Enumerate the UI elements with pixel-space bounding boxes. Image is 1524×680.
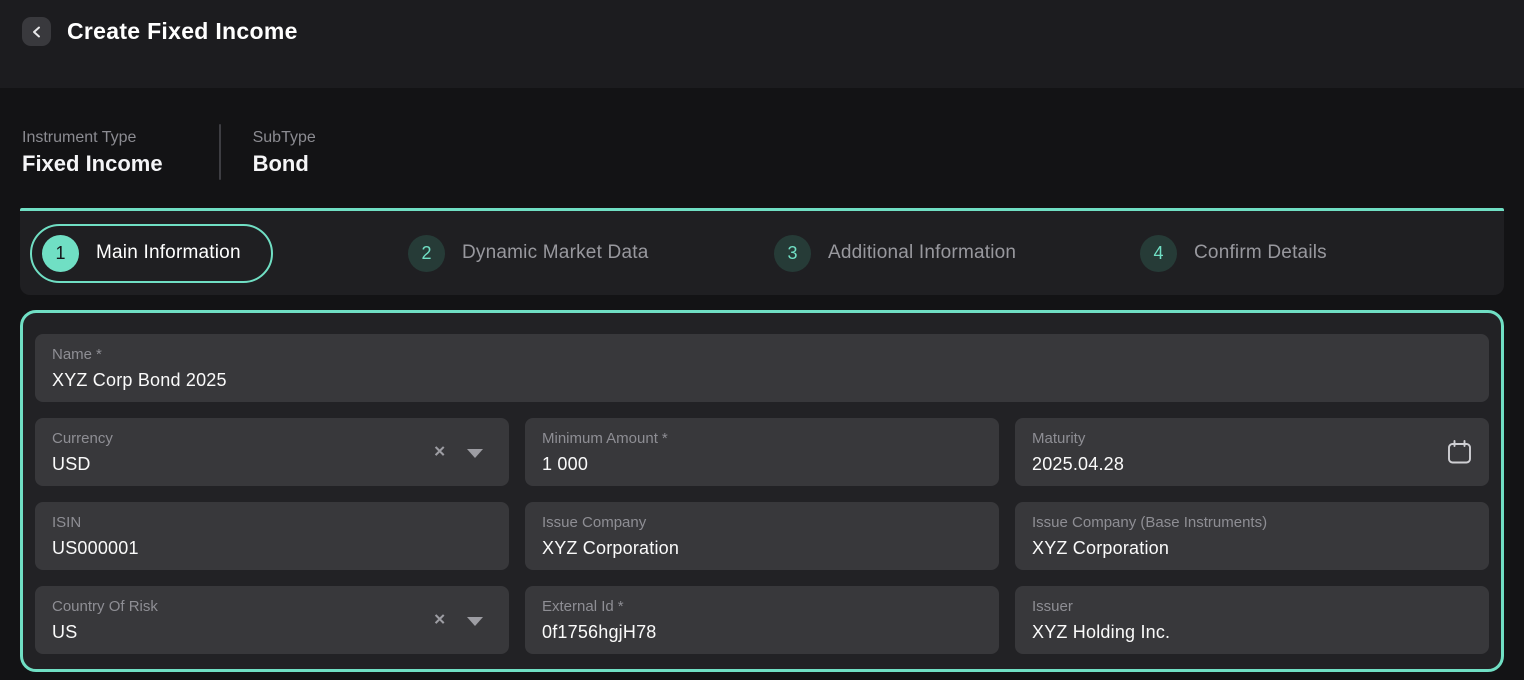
step-3-number-badge: 3 <box>774 235 811 272</box>
instrument-type: Instrument Type Fixed Income <box>22 128 163 177</box>
back-button[interactable] <box>22 17 51 46</box>
step-additional-information[interactable]: 3 Additional Information <box>762 235 1128 272</box>
currency-clear-icon[interactable]: ✕ <box>433 445 446 460</box>
subtype-value: Bond <box>253 151 316 177</box>
step-1-label: Main Information <box>96 242 241 264</box>
issuer-label: Issuer <box>1032 598 1073 616</box>
external-id-value: 0f1756hgjH78 <box>542 621 982 643</box>
step-dynamic-market-data[interactable]: 2 Dynamic Market Data <box>396 235 762 272</box>
form-row-2: Currency USD ✕ Minimum Amount * 1 000 Ma… <box>35 418 1489 486</box>
external-id-label: External Id <box>542 598 614 616</box>
instrument-type-value: Fixed Income <box>22 151 163 177</box>
required-marker: * <box>618 598 624 616</box>
step-2-label: Dynamic Market Data <box>462 242 648 264</box>
main-information-panel: Name * XYZ Corp Bond 2025 Currency USD ✕… <box>20 310 1504 672</box>
issue-company-base-instruments-value: XYZ Corporation <box>1032 537 1472 559</box>
country-of-risk-clear-icon[interactable]: ✕ <box>433 613 446 628</box>
issue-company-field[interactable]: Issue Company XYZ Corporation <box>525 502 999 570</box>
instrument-type-label: Instrument Type <box>22 128 163 148</box>
subtype-label: SubType <box>253 128 316 148</box>
page-title: Create Fixed Income <box>67 17 298 46</box>
subtype: SubType Bond <box>253 128 316 177</box>
issue-company-value: XYZ Corporation <box>542 537 982 559</box>
form-row-3: ISIN US000001 Issue Company XYZ Corporat… <box>35 502 1489 570</box>
step-confirm-details[interactable]: 4 Confirm Details <box>1128 235 1494 272</box>
issue-company-label: Issue Company <box>542 514 646 532</box>
issue-company-base-instruments-label: Issue Company (Base Instruments) <box>1032 514 1267 532</box>
currency-caret-down-icon[interactable] <box>467 449 483 458</box>
currency-label: Currency <box>52 430 113 448</box>
header: Create Fixed Income <box>0 0 1524 88</box>
issue-company-base-instruments-field[interactable]: Issue Company (Base Instruments) XYZ Cor… <box>1015 502 1489 570</box>
maturity-value: 2025.04.28 <box>1032 453 1472 475</box>
instrument-meta: Instrument Type Fixed Income SubType Bon… <box>22 124 1502 180</box>
required-marker: * <box>96 346 102 364</box>
name-field[interactable]: Name * XYZ Corp Bond 2025 <box>35 334 1489 402</box>
form-row-4: Country Of Risk US ✕ External Id * 0f175… <box>35 586 1489 654</box>
isin-field[interactable]: ISIN US000001 <box>35 502 509 570</box>
currency-value: USD <box>52 453 492 475</box>
step-1-number-badge: 1 <box>42 235 79 272</box>
step-4-label: Confirm Details <box>1194 242 1327 264</box>
name-value: XYZ Corp Bond 2025 <box>52 369 1472 391</box>
isin-value: US000001 <box>52 537 492 559</box>
step-4-number-badge: 4 <box>1140 235 1177 272</box>
create-fixed-income-page: Create Fixed Income Instrument Type Fixe… <box>0 0 1524 672</box>
country-of-risk-select[interactable]: Country Of Risk US ✕ <box>35 586 509 654</box>
minimum-amount-value: 1 000 <box>542 453 982 475</box>
isin-label: ISIN <box>52 514 81 532</box>
external-id-field[interactable]: External Id * 0f1756hgjH78 <box>525 586 999 654</box>
stepper: 1 Main Information 2 Dynamic Market Data… <box>20 208 1504 295</box>
minimum-amount-label: Minimum Amount <box>542 430 658 448</box>
step-3-label: Additional Information <box>828 242 1016 264</box>
country-of-risk-value: US <box>52 621 492 643</box>
minimum-amount-field[interactable]: Minimum Amount * 1 000 <box>525 418 999 486</box>
calendar-icon[interactable] <box>1446 439 1473 466</box>
currency-select[interactable]: Currency USD ✕ <box>35 418 509 486</box>
active-step-pill: 1 Main Information <box>30 224 273 283</box>
step-main-information[interactable]: 1 Main Information <box>30 224 396 283</box>
required-marker: * <box>662 430 668 448</box>
vertical-divider <box>219 124 221 180</box>
country-of-risk-caret-down-icon[interactable] <box>467 617 483 626</box>
step-2-number-badge: 2 <box>408 235 445 272</box>
country-of-risk-label: Country Of Risk <box>52 598 158 616</box>
maturity-date-field[interactable]: Maturity 2025.04.28 <box>1015 418 1489 486</box>
name-label: Name <box>52 346 92 364</box>
issuer-field[interactable]: Issuer XYZ Holding Inc. <box>1015 586 1489 654</box>
chevron-left-icon <box>29 24 45 40</box>
maturity-label: Maturity <box>1032 430 1085 448</box>
issuer-value: XYZ Holding Inc. <box>1032 621 1472 643</box>
